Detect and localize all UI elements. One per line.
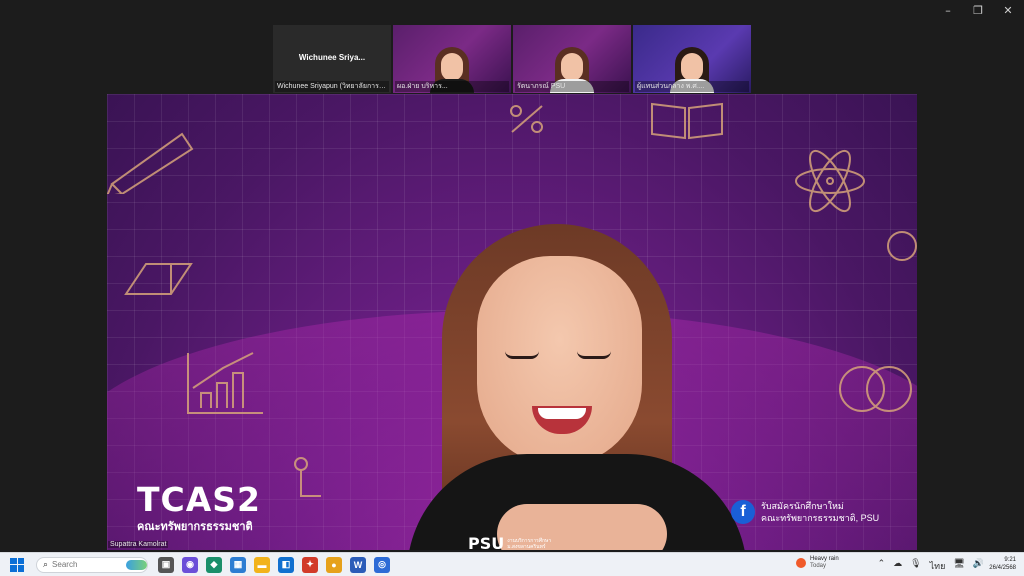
volume-icon[interactable]: 🔊 <box>973 559 984 573</box>
main-video[interactable]: TCAS2 คณะทรัพยากรธรรมชาติ f รับสมัครนักศ… <box>107 94 917 550</box>
zoom-icon[interactable]: ◎ <box>374 556 390 573</box>
close-icon[interactable]: ✕ <box>1002 4 1014 17</box>
participant-tile[interactable]: ผู้แทนส่วนกลาง พ.ศ.... <box>633 25 751 93</box>
watermark-line1: งานบริการการศึกษา <box>507 537 552 544</box>
watermark-line2: ม.สงขลานครินทร์ <box>507 543 546 550</box>
tray-overflow-icon[interactable]: ⌃ <box>878 559 886 573</box>
file-explorer-icon[interactable]: ▬ <box>254 556 270 573</box>
participant-caption: Wichunee Sriyapun (วิทยาลัยการจัดการ...) <box>275 81 389 92</box>
search-icon: ⌕ <box>43 559 49 569</box>
pinned-apps: ▣ ◉ ◆ ▦ ▬ ◧ ✦ ● W ◎ <box>158 556 390 573</box>
chrome-icon[interactable]: ● <box>326 556 342 573</box>
window-controls: – ❐ ✕ <box>942 4 1014 17</box>
widgets-icon[interactable]: ▦ <box>230 556 246 573</box>
store-icon[interactable]: ◧ <box>278 556 294 573</box>
participant-tile[interactable]: รัตนาภรณ์ PSU <box>513 25 631 93</box>
watermark-mark: PSU <box>468 534 505 553</box>
facebook-line2: คณะทรัพยากรธรรมชาติ, PSU <box>761 513 880 523</box>
weather-day: Today <box>810 563 827 569</box>
participant-strip: Wichunee Sriya... Wichunee Sriyapun (วิท… <box>273 25 751 93</box>
photos-icon[interactable]: ✦ <box>302 556 318 573</box>
weather-widget[interactable]: Heavy rain Today <box>796 556 839 570</box>
copilot-icon[interactable]: ◆ <box>206 556 222 573</box>
open-book-icon <box>651 102 723 140</box>
percent-icon <box>510 105 543 133</box>
word-icon[interactable]: W <box>350 556 366 573</box>
molecule-icon <box>294 457 321 497</box>
participant-caption: ผอ.ฝ่าย บริหาร... <box>395 81 509 92</box>
pencil-icon <box>107 132 194 194</box>
participant-caption: รัตนาภรณ์ PSU <box>515 81 629 92</box>
microphone-icon[interactable]: 🎙 <box>910 559 921 573</box>
facebook-icon: f <box>731 500 755 524</box>
windows-start-icon[interactable] <box>10 557 24 572</box>
taskbar-search[interactable]: ⌕ <box>36 556 148 573</box>
main-participant-name: Supattra Kamolrat <box>108 541 169 548</box>
bar-chart-icon <box>187 352 263 414</box>
presenter-video <box>407 224 747 550</box>
weather-condition: Heavy rain <box>810 556 839 562</box>
atom-icon <box>795 149 865 213</box>
teams-chat-icon[interactable]: ◉ <box>182 556 198 573</box>
system-clock[interactable]: 9:21 26/4/2568 <box>989 556 1016 572</box>
geometry-icon <box>124 263 193 295</box>
minimize-icon[interactable]: – <box>942 4 954 17</box>
task-view-icon[interactable]: ▣ <box>158 556 174 573</box>
participant-caption: ผู้แทนส่วนกลาง พ.ศ.... <box>635 81 749 92</box>
tcas-branding: TCAS2 คณะทรัพยากรธรรมชาติ <box>137 480 261 535</box>
brand-title: TCAS2 <box>137 480 261 519</box>
search-highlight-icon <box>126 559 147 570</box>
venn-diagram-icon <box>839 366 912 412</box>
system-tray: ⌃ ☁ 🎙 ไทย 🖥 🔊 <box>878 559 984 573</box>
meeting-window: – ❐ ✕ Wichunee Sriya... Wichunee Sriyapu… <box>0 0 1024 553</box>
clock-time: 9:21 <box>1004 557 1016 563</box>
search-input[interactable] <box>52 560 123 569</box>
language-indicator[interactable]: ไทย <box>930 559 946 573</box>
weather-alert-icon <box>796 558 806 568</box>
taskbar: ⌕ ▣ ◉ ◆ ▦ ▬ ◧ ✦ ● W ◎ Heavy rain Today ⌃… <box>0 552 1024 576</box>
facebook-badge: f รับสมัครนักศึกษาใหม่ คณะทรัพยากรธรรมชา… <box>731 500 879 524</box>
gear-doodle-icon <box>887 231 917 261</box>
restore-icon[interactable]: ❐ <box>972 4 984 17</box>
participant-tile[interactable]: Wichunee Sriya... Wichunee Sriyapun (วิท… <box>273 25 391 93</box>
display-icon[interactable]: 🖥 <box>953 559 964 573</box>
clock-date: 26/4/2568 <box>989 565 1016 571</box>
participant-tile-active[interactable]: ผอ.ฝ่าย บริหาร... <box>393 25 511 93</box>
facebook-line1: รับสมัครนักศึกษาใหม่ <box>761 501 844 511</box>
onedrive-icon[interactable]: ☁ <box>893 559 902 573</box>
participant-name: Wichunee Sriya... <box>298 53 366 62</box>
psu-watermark: PSU งานบริการการศึกษา ม.สงขลานครินทร์ <box>468 534 551 553</box>
brand-subtitle: คณะทรัพยากรธรรมชาติ <box>137 521 253 533</box>
